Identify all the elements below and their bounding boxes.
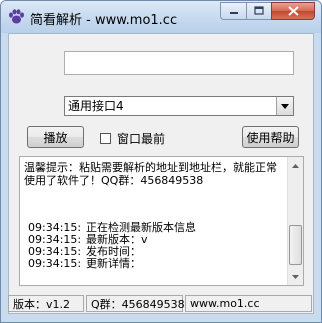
- scroll-up-button[interactable]: [288, 158, 303, 173]
- interface-select-value: 通用接口4: [68, 99, 124, 113]
- window-title: 简看解析 - www.mo1.cc: [30, 13, 178, 28]
- minimize-button[interactable]: [220, 2, 246, 20]
- topmost-checkbox[interactable]: [100, 133, 111, 144]
- maximize-icon: [254, 6, 264, 15]
- url-input[interactable]: [64, 51, 294, 75]
- scroll-thumb[interactable]: [289, 225, 302, 265]
- play-button[interactable]: 播放: [27, 126, 84, 148]
- log-output[interactable]: 温馨提示：粘贴需要解析的地址到地址栏，就能正常使用了软件了！QQ群：456849…: [19, 156, 304, 286]
- maximize-button[interactable]: [246, 2, 271, 20]
- triangle-up-icon: [292, 163, 299, 168]
- topmost-toggle[interactable]: 窗口最前: [100, 130, 165, 147]
- triangle-down-icon: [292, 274, 299, 279]
- scroll-down-button[interactable]: [288, 269, 303, 284]
- log-lines: 09:34:15: 正在检测最新版本信息 09:34:15: 最新版本：v 09…: [28, 222, 196, 270]
- topmost-label: 窗口最前: [117, 132, 166, 146]
- dropdown-arrow[interactable]: [276, 97, 293, 115]
- log-scrollbar[interactable]: [287, 157, 303, 285]
- status-bar: 版本：v1.2 Q群：456849538 www.mo1.cc: [8, 295, 314, 314]
- title-bar[interactable]: 简看解析 - www.mo1.cc: [1, 1, 321, 33]
- notice-text: 温馨提示：粘贴需要解析的地址到地址栏，就能正常使用了软件了！QQ群：456849…: [24, 161, 277, 187]
- app-window: 简看解析 - www.mo1.cc 通用接口4 播放 窗口最前 使用帮助 温馨提…: [0, 0, 322, 323]
- log-line: 09:34:15: 更新详情：: [28, 258, 196, 270]
- status-site: www.mo1.cc: [185, 295, 312, 312]
- interface-select[interactable]: 通用接口4: [64, 96, 294, 116]
- log-message: 更新详情：: [86, 257, 141, 270]
- minimize-icon: [229, 12, 238, 14]
- chevron-down-icon: [281, 103, 289, 109]
- paw-icon: [9, 9, 24, 24]
- status-version: 版本：v1.2: [8, 295, 84, 312]
- close-icon: [287, 6, 299, 16]
- status-qq-group: Q群：456849538: [86, 295, 185, 312]
- help-button[interactable]: 使用帮助: [242, 126, 299, 148]
- main-panel: 通用接口4 播放 窗口最前 使用帮助 温馨提示：粘贴需要解析的地址到地址栏，就能…: [8, 33, 314, 314]
- log-time: 09:34:15:: [28, 257, 82, 270]
- close-button[interactable]: [271, 2, 315, 20]
- window-controls: [220, 2, 315, 21]
